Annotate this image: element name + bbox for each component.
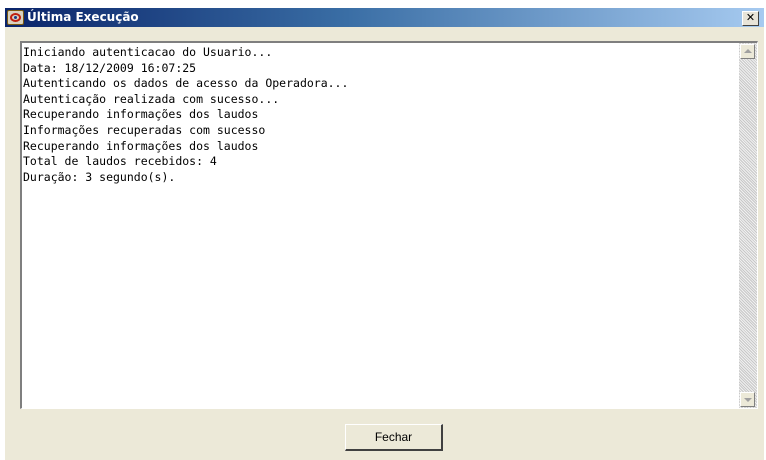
dialog-window: Última Execução ✕ Iniciando autenticacao… <box>5 8 764 460</box>
log-line: Recuperando informações dos laudos <box>23 138 259 153</box>
fechar-button[interactable]: Fechar <box>345 424 443 451</box>
scroll-up-button[interactable] <box>740 44 755 59</box>
log-line: Recuperando informações dos laudos <box>23 107 259 122</box>
log-line: Iniciando autenticacao do Usuario... <box>23 45 273 59</box>
log-line: Data: 18/12/2009 16:07:25 <box>23 60 197 75</box>
close-window-button[interactable]: ✕ <box>742 11 759 26</box>
log-content: Iniciando autenticacao do Usuario... Dat… <box>23 45 723 185</box>
app-logo-dot <box>14 16 17 19</box>
log-line: Autenticando os dados de acesso da Opera… <box>23 76 349 91</box>
log-textarea[interactable]: Iniciando autenticacao do Usuario... Dat… <box>20 41 758 409</box>
scroll-down-arrow-icon <box>744 398 752 402</box>
log-line: Autenticação realizada com sucesso... <box>23 91 280 106</box>
log-line: Informações recuperadas com sucesso <box>23 122 266 137</box>
vertical-scrollbar[interactable] <box>739 43 757 408</box>
title-bar[interactable]: Última Execução ✕ <box>5 8 764 27</box>
log-line: Total de laudos recebidos: 4 <box>23 154 217 169</box>
close-icon: ✕ <box>745 11 756 24</box>
scroll-down-button[interactable] <box>740 392 755 407</box>
scroll-up-arrow-icon <box>744 49 752 53</box>
log-line: Duração: 3 segundo(s). <box>23 169 176 184</box>
app-logo-icon <box>7 10 24 25</box>
window-title: Última Execução <box>27 10 139 24</box>
